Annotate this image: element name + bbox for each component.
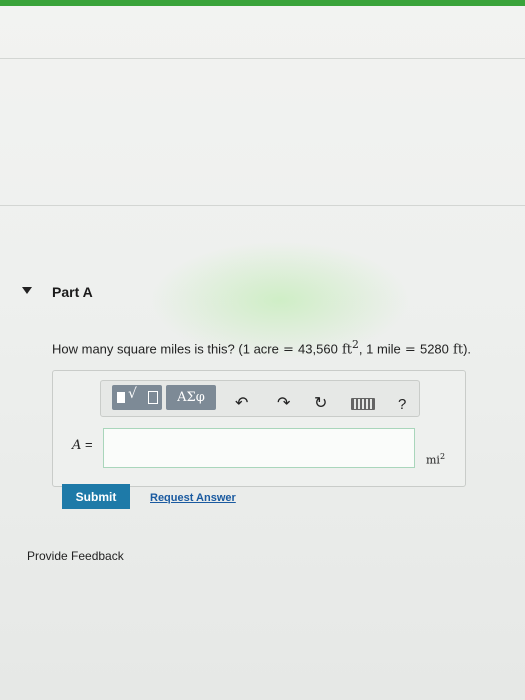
divider (0, 58, 525, 59)
answer-input[interactable] (103, 428, 415, 468)
greek-symbols-button[interactable]: ΑΣφ (166, 385, 216, 410)
undo-icon[interactable]: ↶ (235, 395, 248, 411)
reset-icon[interactable]: ↻ (314, 395, 327, 411)
collapse-caret-icon[interactable] (22, 287, 32, 294)
keyboard-icon[interactable] (351, 398, 375, 410)
divider (0, 205, 525, 206)
help-icon[interactable]: ? (398, 396, 406, 413)
provide-feedback-link[interactable]: Provide Feedback (27, 549, 124, 563)
request-answer-link[interactable]: Request Answer (150, 492, 236, 504)
answer-label: A = (72, 437, 93, 453)
part-title: Part A (52, 284, 93, 300)
submit-button[interactable]: Submit (62, 484, 130, 509)
question-text: How many square miles is this? (1 acre =… (52, 338, 472, 358)
unit-label: mi2 (426, 452, 446, 467)
box-icon (148, 391, 158, 404)
sqrt-icon: √ (128, 386, 137, 402)
top-accent-bar (0, 0, 525, 6)
redo-icon[interactable]: ↷ (277, 395, 290, 411)
templates-icon (117, 392, 125, 403)
